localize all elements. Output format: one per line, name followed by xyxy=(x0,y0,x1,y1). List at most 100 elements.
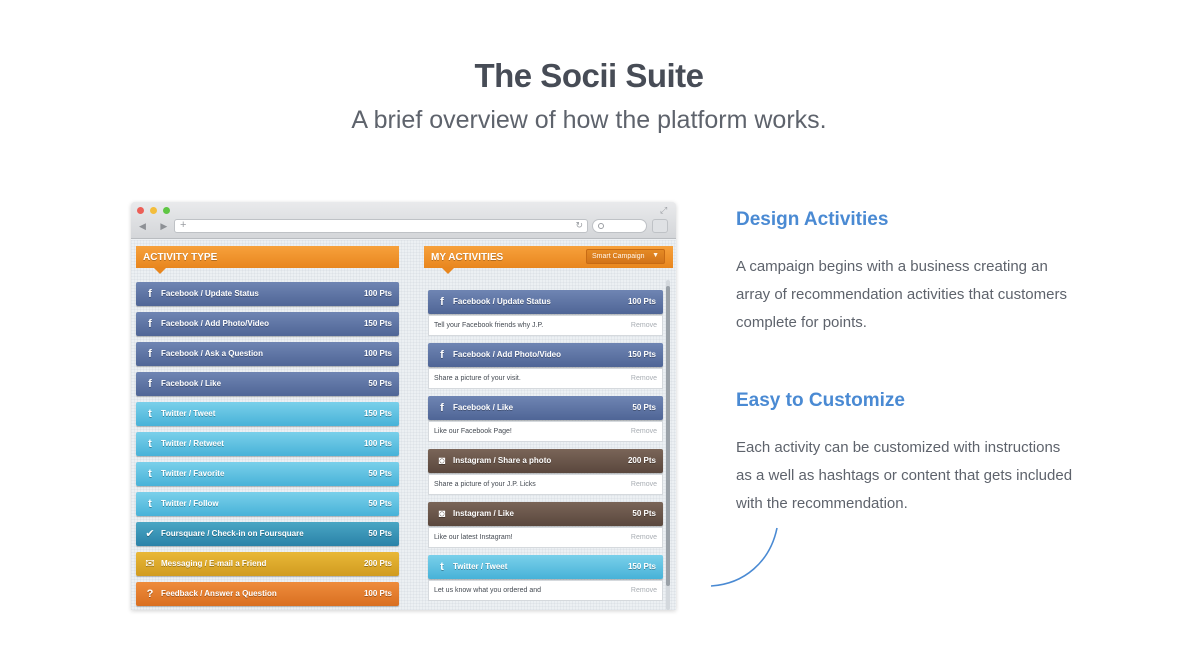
browser-mockup: ◀ ▶ + ↻ ⤢ ACTIVITY TYPE f Facebook / Upda… xyxy=(131,202,676,610)
my-activity-card: f Facebook / Add Photo/Video 150 Pts Share … xyxy=(428,343,663,390)
activity-instruction-text: Like our Facebook Page! xyxy=(434,428,512,435)
page-menu-button[interactable] xyxy=(652,219,668,233)
facebook-icon: f xyxy=(440,402,444,414)
facebook-icon: f xyxy=(148,378,152,390)
activity-row-facebook[interactable]: f Facebook / Update Status 100 Pts xyxy=(428,290,663,314)
activity-instruction-field[interactable]: Let us know what you ordered and Remove xyxy=(428,580,663,601)
campaign-select-value: Smart Campaign xyxy=(592,253,645,260)
my-activity-card: t Twitter / Tweet 150 Pts Let us know what … xyxy=(428,555,663,602)
activity-points: 150 Pts xyxy=(363,319,392,328)
activity-points: 100 Pts xyxy=(363,439,392,448)
activity-row-facebook[interactable]: f Facebook / Update Status 100 Pts xyxy=(136,282,399,306)
activity-name: Twitter / Tweet xyxy=(161,409,216,418)
search-icon xyxy=(598,223,604,229)
foursquare-icon: ✔ xyxy=(145,528,155,540)
chevron-down-icon: ▼ xyxy=(652,252,659,259)
browser-toolbar: ◀ ▶ + ↻ ⤢ xyxy=(131,202,676,239)
activity-instruction-text: Tell your Facebook friends why J.P. xyxy=(434,322,544,329)
activity-name: Twitter / Follow xyxy=(161,499,219,508)
close-window-icon[interactable] xyxy=(137,207,144,214)
my-activities-list: f Facebook / Update Status 100 Pts Tell you… xyxy=(424,280,669,610)
remove-link[interactable]: Remove xyxy=(631,587,657,594)
activity-row-facebook[interactable]: f Facebook / Ask a Question 100 Pts xyxy=(136,342,399,366)
activity-row-twitter[interactable]: t Twitter / Favorite 50 Pts xyxy=(136,462,399,486)
activity-instruction-field[interactable]: Share a picture of your visit. Remove xyxy=(428,368,663,389)
activity-row-instagram[interactable]: ◙ Instagram / Like 50 Pts xyxy=(428,502,663,526)
activity-row-twitter[interactable]: t Twitter / Follow 50 Pts xyxy=(136,492,399,516)
activity-name: Messaging / E-mail a Friend xyxy=(161,559,267,568)
page-subtitle: A brief overview of how the platform wor… xyxy=(351,106,827,134)
remove-link[interactable]: Remove xyxy=(631,322,657,329)
feature-title-design: Design Activities xyxy=(736,209,889,230)
activity-instruction-field[interactable]: Share a picture of your J.P. Licks Remove xyxy=(428,474,663,495)
facebook-icon: f xyxy=(148,318,152,330)
feature-body-customize: Each activity can be customized with ins… xyxy=(736,439,1073,512)
remove-link[interactable]: Remove xyxy=(631,534,657,541)
back-forward-icon[interactable]: ◀ ▶ xyxy=(139,221,173,232)
activity-instruction-text: Let us know what you ordered and xyxy=(434,587,542,594)
activity-name: Twitter / Retweet xyxy=(161,439,224,448)
new-tab-icon[interactable]: + xyxy=(180,219,186,231)
activity-name: Feedback / Answer a Question xyxy=(161,589,277,598)
activity-row-facebook[interactable]: f Facebook / Add Photo/Video 150 Pts xyxy=(428,343,663,367)
activity-row-feedback[interactable]: ? Feedback / Answer a Question 100 Pts xyxy=(136,582,399,606)
activity-name: Twitter / Tweet xyxy=(453,562,508,571)
campaign-select[interactable]: Smart Campaign ▼ xyxy=(586,249,665,264)
activity-name: Instagram / Like xyxy=(453,509,514,518)
activity-name: Twitter / Favorite xyxy=(161,469,225,478)
facebook-icon: f xyxy=(148,288,152,300)
activity-points: 50 Pts xyxy=(632,403,656,412)
browser-search-input[interactable] xyxy=(592,219,647,233)
remove-link[interactable]: Remove xyxy=(631,375,657,382)
address-bar[interactable]: + ↻ xyxy=(174,219,588,233)
activity-row-instagram[interactable]: ◙ Instagram / Share a photo 200 Pts xyxy=(428,449,663,473)
remove-link[interactable]: Remove xyxy=(631,481,657,488)
activity-points: 150 Pts xyxy=(363,409,392,418)
page: The Socii Suite A brief overview of how … xyxy=(0,0,1196,660)
facebook-icon: f xyxy=(148,348,152,360)
feedback-icon: ? xyxy=(146,588,154,600)
messaging-icon: ✉ xyxy=(145,558,155,570)
minimize-window-icon[interactable] xyxy=(150,207,157,214)
activity-points: 100 Pts xyxy=(627,297,656,306)
activity-row-twitter[interactable]: t Twitter / Tweet 150 Pts xyxy=(136,402,399,426)
activity-points: 150 Pts xyxy=(627,350,656,359)
twitter-icon: t xyxy=(148,438,152,450)
facebook-icon: f xyxy=(440,349,444,361)
feature-body-design: A campaign begins with a business creati… xyxy=(736,258,1067,331)
page-title: The Socii Suite xyxy=(474,57,704,94)
my-activity-card: ◙ Instagram / Like 50 Pts Like our latest I… xyxy=(428,502,663,549)
activity-name: Facebook / Like xyxy=(161,379,222,388)
twitter-icon: t xyxy=(440,561,444,573)
activity-row-facebook[interactable]: f Facebook / Like 50 Pts xyxy=(428,396,663,420)
activity-name: Facebook / Update Status xyxy=(453,297,551,306)
activity-row-foursquare[interactable]: ✔ Foursquare / Check-in on Foursquare 50 P… xyxy=(136,522,399,546)
activity-points: 50 Pts xyxy=(368,529,392,538)
activity-row-messaging[interactable]: ✉ Messaging / E-mail a Friend 200 Pts xyxy=(136,552,399,576)
facebook-icon: f xyxy=(440,296,444,308)
my-activity-card: f Facebook / Update Status 100 Pts Tell you… xyxy=(428,290,663,337)
scrollbar-thumb[interactable] xyxy=(666,286,670,586)
connector-curve xyxy=(710,527,778,587)
activity-name: Facebook / Like xyxy=(453,403,514,412)
activity-row-twitter[interactable]: t Twitter / Tweet 150 Pts xyxy=(428,555,663,579)
activity-row-facebook[interactable]: f Facebook / Add Photo/Video 150 Pts xyxy=(136,312,399,336)
remove-link[interactable]: Remove xyxy=(631,428,657,435)
maximize-window-icon[interactable] xyxy=(163,207,170,214)
activity-instruction-text: Like our latest Instagram! xyxy=(434,534,513,541)
reload-icon[interactable]: ↻ xyxy=(575,220,583,231)
activity-instruction-field[interactable]: Tell your Facebook friends why J.P. Remov… xyxy=(428,315,663,336)
activity-row-twitter[interactable]: t Twitter / Retweet 100 Pts xyxy=(136,432,399,456)
expand-icon[interactable]: ⤢ xyxy=(660,205,667,216)
activity-instruction-field[interactable]: Like our latest Instagram! Remove xyxy=(428,527,663,548)
activity-name: Facebook / Add Photo/Video xyxy=(161,319,270,328)
activity-instruction-field[interactable]: Like our Facebook Page! Remove xyxy=(428,421,663,442)
activity-points: 200 Pts xyxy=(627,456,656,465)
twitter-icon: t xyxy=(148,408,152,420)
activity-type-header: ACTIVITY TYPE xyxy=(136,246,399,274)
activity-name: Facebook / Update Status xyxy=(161,289,259,298)
activity-row-facebook[interactable]: f Facebook / Like 50 Pts xyxy=(136,372,399,396)
activity-name: Facebook / Add Photo/Video xyxy=(453,350,562,359)
activity-points: 50 Pts xyxy=(368,499,392,508)
activity-name: Instagram / Share a photo xyxy=(453,456,552,465)
